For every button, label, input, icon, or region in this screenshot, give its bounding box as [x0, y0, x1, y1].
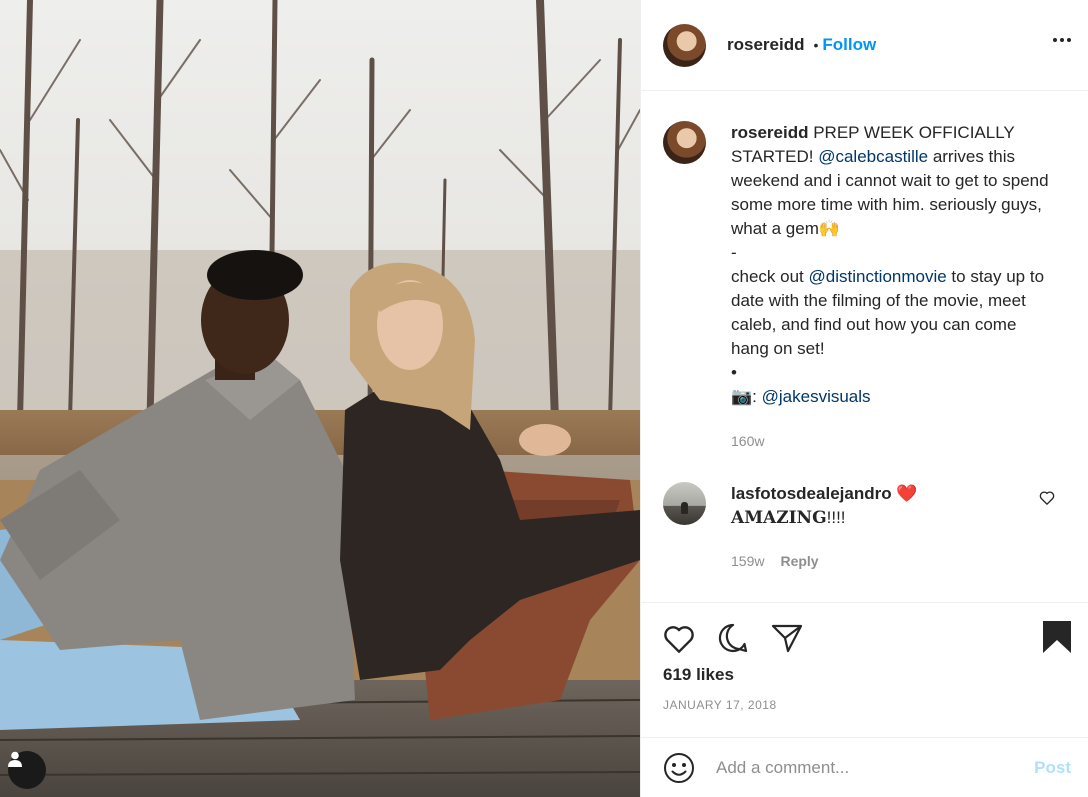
comment-bubble-icon[interactable]	[717, 622, 749, 654]
caption-divider: -	[731, 243, 737, 262]
author-username[interactable]: rosereidd	[727, 35, 804, 55]
post-photo[interactable]	[0, 0, 640, 797]
more-options-icon[interactable]	[1053, 38, 1071, 42]
post-sidebar: rosereidd • Follow rosereidd PREP WEEK O…	[640, 0, 1088, 797]
reply-button[interactable]: Reply	[780, 549, 818, 573]
photo-illustration	[0, 0, 640, 797]
caption-credit: 📷: @jakesvisuals	[731, 385, 1051, 409]
comment-item: lasfotosdealejandro ❤️ AMAZING!!!! 159w …	[641, 453, 1088, 573]
post-header: rosereidd • Follow	[641, 0, 1088, 91]
raised-hands-emoji: 🙌	[818, 219, 841, 238]
follow-button[interactable]: Follow	[822, 35, 876, 55]
comment-timestamp[interactable]: 159w	[731, 549, 764, 573]
save-bookmark-icon[interactable]	[1043, 621, 1071, 658]
user-icon	[8, 751, 22, 767]
post-date[interactable]: JANUARY 17, 2018	[641, 685, 1088, 712]
post-actions: 619 likes JANUARY 17, 2018	[641, 602, 1088, 712]
author-avatar[interactable]	[663, 23, 706, 67]
post-comment-button[interactable]: Post	[1034, 758, 1071, 778]
mention-link[interactable]: @calebcastille	[818, 147, 928, 166]
caption: rosereidd PREP WEEK OFFICIALLY STARTED! …	[641, 91, 1088, 453]
like-count[interactable]: 619 likes	[641, 657, 1088, 685]
comment-text: !!!!	[826, 508, 846, 527]
commenter-username[interactable]: lasfotosdealejandro	[731, 484, 892, 503]
tagged-users-button[interactable]	[8, 751, 46, 789]
comment-input[interactable]	[716, 757, 1035, 778]
caption-text: rosereidd PREP WEEK OFFICIALLY STARTED! …	[731, 121, 1051, 241]
heart-emoji: ❤️	[896, 484, 918, 503]
caption-colon: :	[752, 387, 762, 406]
header-separator: •	[813, 37, 819, 53]
caption-timestamp[interactable]: 160w	[731, 429, 1051, 453]
commenter-avatar[interactable]	[663, 482, 706, 525]
share-paper-plane-icon[interactable]	[771, 623, 803, 653]
caption-username[interactable]: rosereidd	[731, 123, 808, 142]
emoji-picker-icon[interactable]	[663, 752, 695, 784]
comment-like-heart-icon[interactable]	[1039, 490, 1055, 510]
caption-text-2: check out @distinctionmovie to stay up t…	[731, 265, 1051, 361]
comment-text-bold: AMAZING	[731, 508, 827, 528]
mention-link[interactable]: @distinctionmovie	[809, 267, 947, 286]
camera-emoji: 📷	[731, 387, 753, 406]
caption-avatar[interactable]	[663, 121, 706, 164]
comments-list[interactable]: rosereidd PREP WEEK OFFICIALLY STARTED! …	[641, 91, 1088, 602]
caption-text-part: check out	[731, 267, 809, 286]
comment-composer: Post	[641, 737, 1088, 797]
caption-bullet: •	[731, 363, 737, 382]
like-heart-icon[interactable]	[663, 624, 695, 653]
mention-link[interactable]: @jakesvisuals	[762, 387, 871, 406]
